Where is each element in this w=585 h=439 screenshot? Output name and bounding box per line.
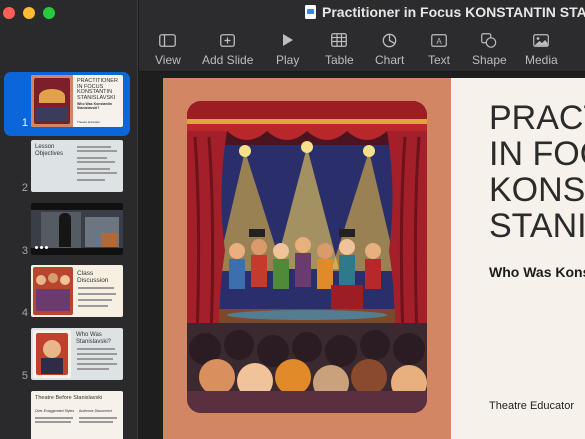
close-button[interactable] <box>3 7 15 19</box>
slide-preview: Who Was Stanislavski? <box>31 328 123 380</box>
document-title-text: Practitioner in Focus KONSTANTIN STANISL… <box>322 4 585 20</box>
view-button[interactable]: View <box>155 30 181 67</box>
table-icon <box>325 30 354 50</box>
theatre-stage-illustration[interactable] <box>187 101 427 413</box>
keynote-window: 1 PRACTITIONER IN FOCUS KONSTANTIN STANI… <box>0 0 585 439</box>
shape-icon <box>472 30 507 50</box>
slide-number: 3 <box>21 245 28 257</box>
view-label: View <box>155 53 181 67</box>
thumb-footer: Theatre Educator <box>77 120 101 124</box>
slide-thumbnail-1[interactable]: 1 PRACTITIONER IN FOCUS KONSTANTIN STANI… <box>0 72 137 136</box>
slide-thumbnail-4[interactable]: 4 Class Discussion <box>0 265 137 323</box>
slide-thumbnail-2[interactable]: 2 Lesson Objectives <box>0 140 137 198</box>
thumb-title: Who Was Stanislavski? <box>76 332 112 345</box>
text-button[interactable]: A Text <box>428 30 450 67</box>
play-icon <box>276 30 299 50</box>
slide-preview: Lesson Objectives <box>31 140 123 192</box>
thumb-column-2: Audience Disconnect <box>79 409 112 413</box>
add-slide-icon <box>202 30 253 50</box>
keynote-document-icon <box>305 5 316 19</box>
add-slide-button[interactable]: Add Slide <box>202 30 253 67</box>
media-label: Media <box>525 53 558 67</box>
slide-number: 1 <box>21 117 28 129</box>
slide-preview <box>31 203 123 255</box>
table-button[interactable]: Table <box>325 30 354 67</box>
slide-navigator: 1 PRACTITIONER IN FOCUS KONSTANTIN STANI… <box>0 0 138 439</box>
slide-thumbnail-3[interactable]: 3 <box>0 203 137 261</box>
window-controls <box>3 7 55 19</box>
toolbar: Practitioner in Focus KONSTANTIN STANISL… <box>139 0 585 72</box>
chart-icon <box>375 30 404 50</box>
slide-thumbnail-6[interactable]: 6 Theatre Before Stanislavski Over-Exagg… <box>0 391 137 439</box>
slide-title[interactable]: PRACTITIONER IN FOCUS KONSTANTIN STANISL… <box>489 100 585 244</box>
thumb-column-1: Over-Exaggerated Styles <box>35 409 75 413</box>
add-slide-label: Add Slide <box>202 53 254 67</box>
slide-number: 2 <box>21 182 28 194</box>
thumb-title: Theatre Before Stanislavski <box>35 395 103 401</box>
thumb-title: PRACTITIONER IN FOCUS KONSTANTIN STANISL… <box>77 78 118 101</box>
slide-preview: PRACTITIONER IN FOCUS KONSTANTIN STANISL… <box>31 75 123 127</box>
thumb-title: Class Discussion <box>77 270 109 284</box>
table-label: Table <box>325 53 354 67</box>
slide-thumbnail-5[interactable]: 5 Who Was Stanislavski? <box>0 328 137 386</box>
minimize-button[interactable] <box>23 7 35 19</box>
slide-preview: Theatre Before Stanislavski Over-Exagger… <box>31 391 123 439</box>
media-icon <box>525 30 558 50</box>
shape-label: Shape <box>472 53 507 67</box>
slide-preview: Class Discussion <box>31 265 123 317</box>
play-label: Play <box>276 53 300 67</box>
chart-label: Chart <box>375 53 405 67</box>
zoom-button[interactable] <box>43 7 55 19</box>
shape-button[interactable]: Shape <box>472 30 507 67</box>
play-button[interactable]: Play <box>276 30 299 67</box>
sidebar-view-icon <box>155 30 181 50</box>
slide-subtitle[interactable]: Who Was Konstantin Stanislavski? <box>489 264 585 280</box>
svg-text:A: A <box>436 37 442 46</box>
media-button[interactable]: Media <box>525 30 558 67</box>
text-label: Text <box>428 53 451 67</box>
chart-button[interactable]: Chart <box>375 30 404 67</box>
slide-number: 5 <box>21 370 28 382</box>
thumb-subtitle: Who Was Konstantin Stanislavski? <box>77 102 112 110</box>
slide-footer[interactable]: Theatre Educator <box>489 400 574 412</box>
text-box-icon: A <box>428 30 450 50</box>
current-slide[interactable]: PRACTITIONER IN FOCUS KONSTANTIN STANISL… <box>163 78 585 439</box>
slide-canvas[interactable]: PRACTITIONER IN FOCUS KONSTANTIN STANISL… <box>139 73 585 439</box>
thumb-title: Lesson Objectives <box>35 144 64 157</box>
document-title: Practitioner in Focus KONSTANTIN STANISL… <box>305 4 585 20</box>
slide-number: 4 <box>21 307 28 319</box>
